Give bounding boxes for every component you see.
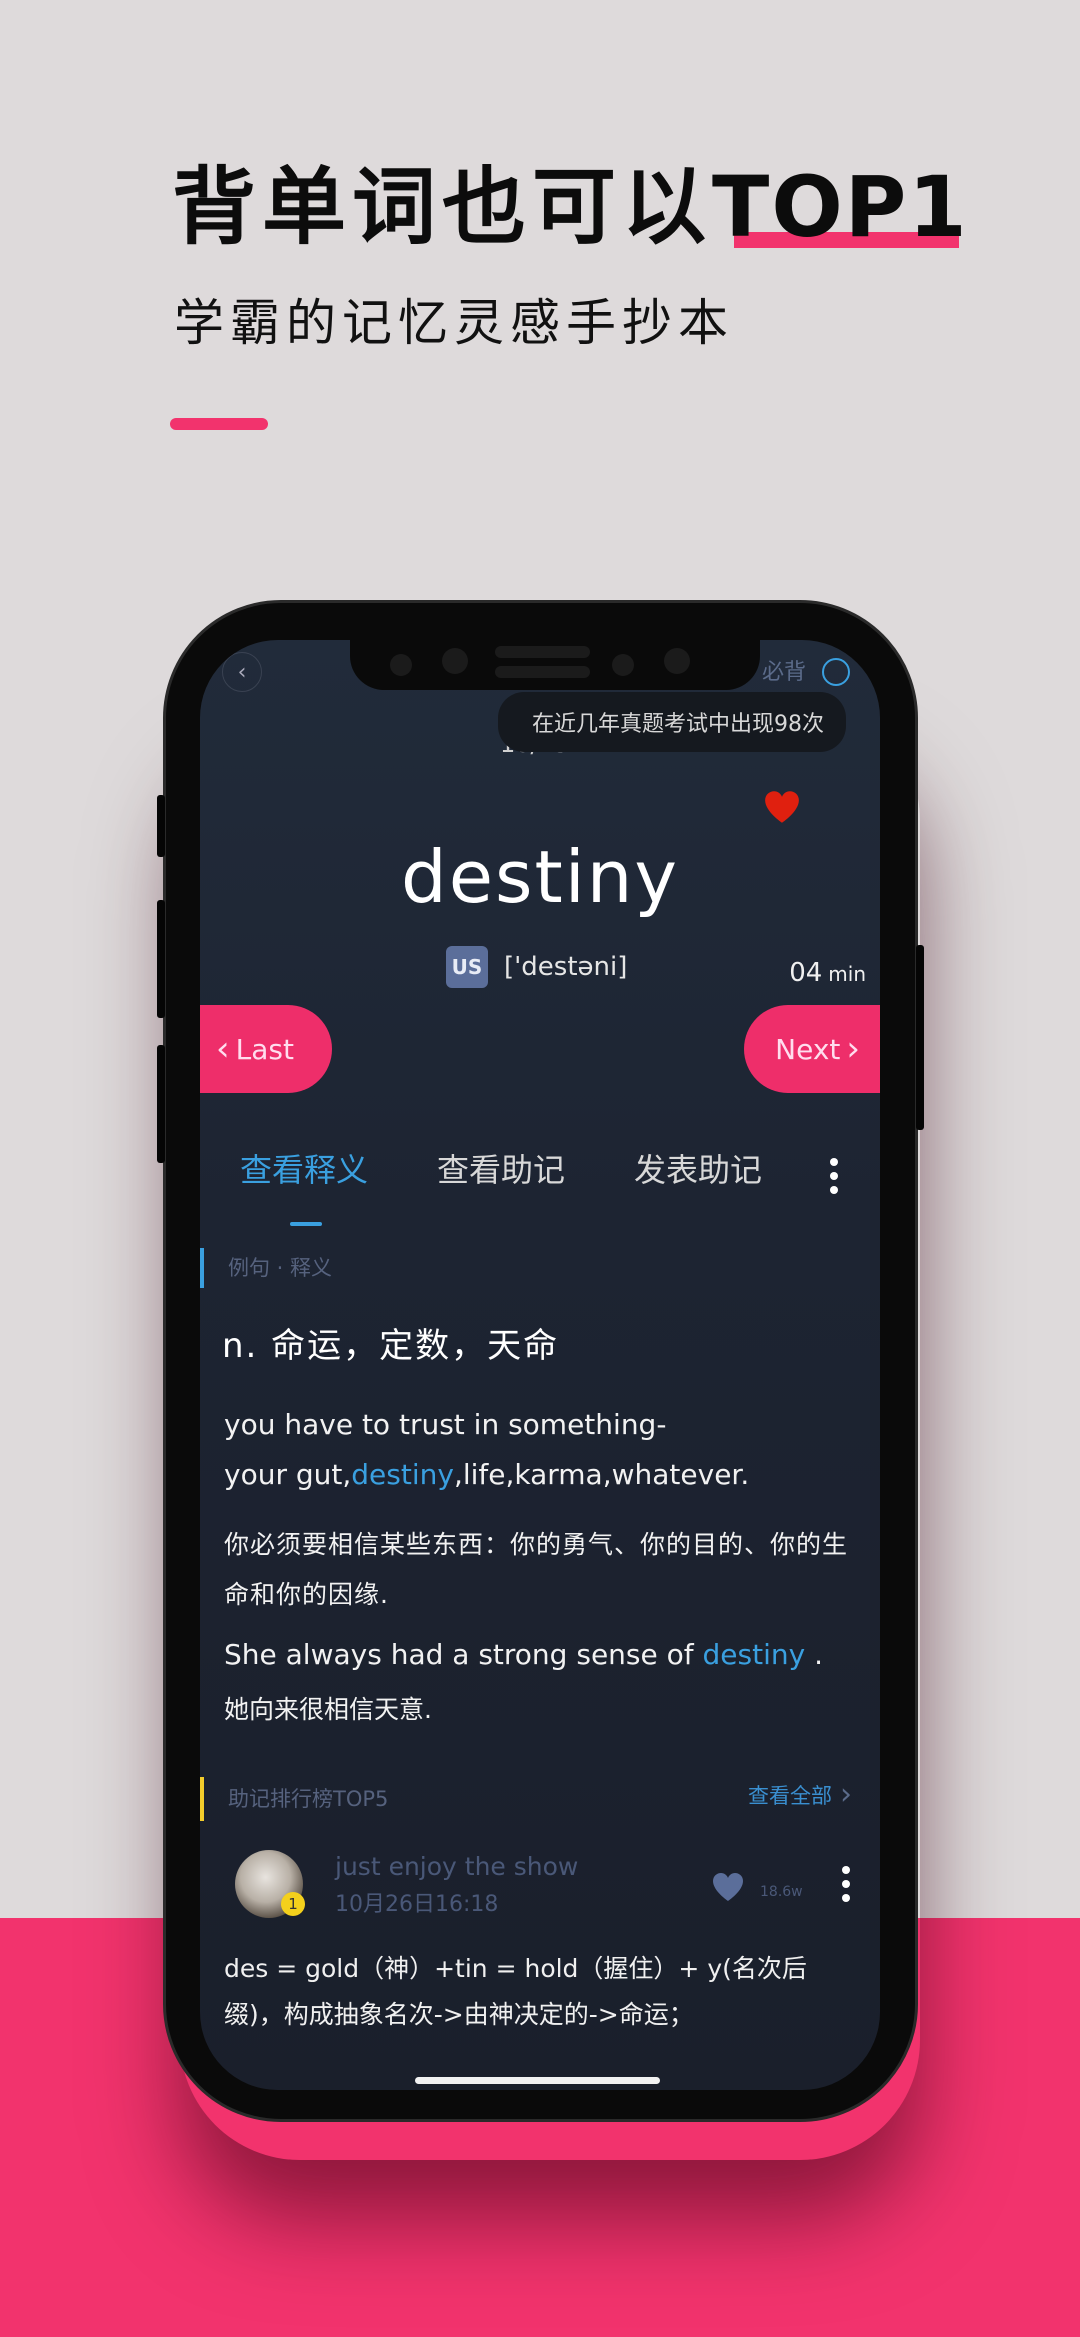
example-text: you have to trust in something- <box>224 1408 667 1441</box>
like-heart-shape <box>713 1873 743 1901</box>
example-text: She always had a strong sense of <box>224 1638 703 1671</box>
camera-icon <box>664 648 690 674</box>
tab-post-mnemonic[interactable]: 发表助记 <box>634 1145 762 1191</box>
post-timestamp: 10月26日16:18 <box>335 1892 499 1917</box>
like-count: 18.6w <box>760 1884 803 1900</box>
phone-volume-down <box>157 1045 165 1163</box>
section-label-examples: 例句 · 释义 <box>200 1248 332 1288</box>
view-all-label: 查看全部 <box>748 1784 832 1808</box>
like-heart-icon[interactable] <box>712 1872 744 1902</box>
more-options-icon[interactable] <box>830 1158 840 1200</box>
word-definition: n. 命运，定数，天命 <box>222 1326 560 1366</box>
home-indicator[interactable] <box>415 2077 660 2084</box>
phone-volume-up <box>157 900 165 1018</box>
example-sentence-1: you have to trust in something- your gut… <box>224 1400 864 1500</box>
active-tab-indicator <box>290 1222 322 1226</box>
headline-highlight-text: TOP1 <box>712 158 969 256</box>
phone-notch <box>350 640 760 690</box>
tab-view-mnemonics[interactable]: 查看助记 <box>437 1145 565 1191</box>
chevron-left-icon: ‹ <box>237 659 247 685</box>
sensor-icon <box>390 654 412 676</box>
highlighted-word: destiny <box>351 1458 454 1491</box>
highlighted-word: destiny <box>702 1638 806 1671</box>
timer-value: 04 <box>789 958 823 988</box>
next-word-button[interactable]: Next › <box>744 1005 880 1093</box>
phonetic-transcription: ['destəni] <box>504 952 628 982</box>
mnemonic-content: des = gold（神）+tin = hold（握住）+ y(名次后缀)，构成… <box>224 1954 807 2029</box>
example-sentence-2: She always had a strong sense of destiny… <box>224 1630 874 1680</box>
headline-highlight: TOP1 <box>712 158 969 256</box>
post-username[interactable]: just enjoy the show <box>335 1852 578 1881</box>
chevron-right-icon: › <box>846 1029 860 1069</box>
must-memorize-label: 必背 <box>761 660 806 685</box>
app-screen: ‹ 必背 10/15 在近几年真题考试中出现98次 destiny US ['d… <box>200 640 880 2090</box>
speaker-grille <box>495 666 590 678</box>
study-timer: 04 min <box>789 958 866 988</box>
rank-badge: 1 <box>281 1892 305 1916</box>
example-text: your gut, <box>224 1458 352 1491</box>
promo-subheadline: 学霸的记忆灵感手抄本 <box>174 294 734 352</box>
example-translation-2: 她向来很相信天意. <box>224 1695 432 1724</box>
view-all-link[interactable]: 查看全部 › <box>748 1780 858 1810</box>
speaker-grille <box>495 646 590 658</box>
last-label: Last <box>235 1032 294 1066</box>
next-label: Next <box>775 1032 841 1066</box>
detail-tabs: 查看释义 查看助记 发表助记 <box>200 1145 880 1205</box>
tab-view-definition[interactable]: 查看释义 <box>240 1145 368 1191</box>
example-text: ,life,karma,whatever. <box>453 1458 750 1491</box>
heart-icon[interactable] <box>764 790 800 824</box>
post-more-options-icon[interactable] <box>842 1866 850 1908</box>
favorite-heart-shape <box>765 791 799 823</box>
must-memorize-toggle[interactable] <box>822 658 850 686</box>
chevron-left-icon: ‹ <box>216 1029 230 1069</box>
us-pronunciation-button[interactable]: US <box>446 946 488 988</box>
headline-text: 背单词也可以 <box>172 158 713 256</box>
exam-frequency-tooltip: 在近几年真题考试中出现98次 <box>498 692 846 752</box>
chevron-right-icon: › <box>840 1777 852 1812</box>
section-label-mnemonic-ranking: 助记排行榜TOP5 <box>200 1777 388 1821</box>
phone-power-button <box>916 945 924 1130</box>
example-text: . <box>805 1638 823 1671</box>
last-word-button[interactable]: ‹ Last <box>200 1005 332 1093</box>
vocab-word: destiny <box>401 835 679 919</box>
back-button[interactable]: ‹ <box>222 652 262 692</box>
promo-headline: 背单词也可以 TOP1 <box>172 140 969 261</box>
phone-mute-switch <box>157 795 165 857</box>
camera-icon <box>442 648 468 674</box>
sensor-icon <box>612 654 634 676</box>
accent-divider <box>170 418 268 430</box>
example-translation-1: 你必须要相信某些东西：你的勇气、你的目的、你的生命和你的因缘. <box>224 1530 849 1609</box>
timer-unit: min <box>828 962 866 986</box>
